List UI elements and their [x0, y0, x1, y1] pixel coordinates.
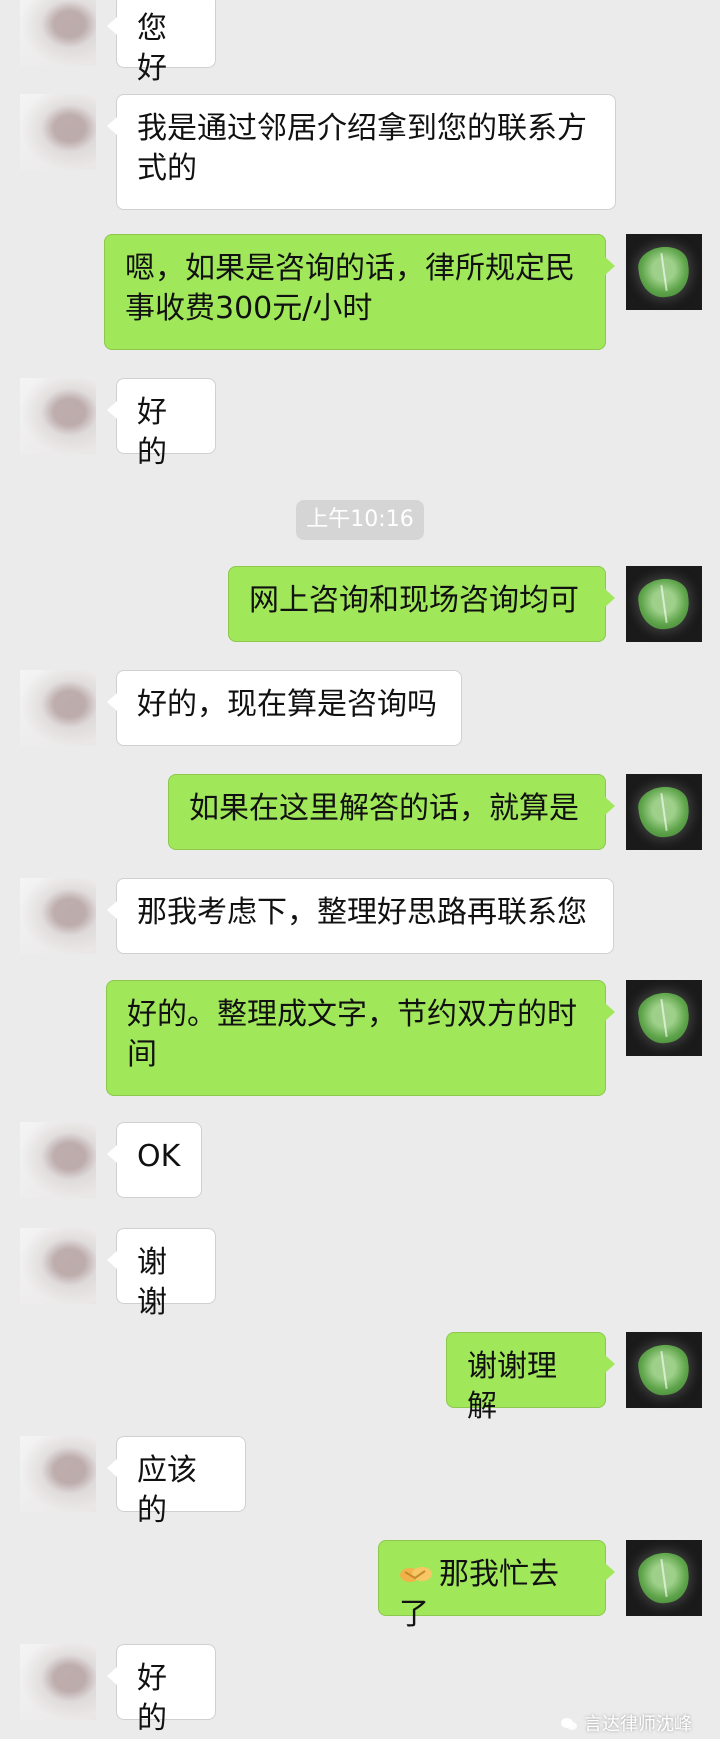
leaf-avatar-icon — [635, 783, 693, 841]
timestamp: 上午10:16 — [296, 500, 424, 540]
message-bubble-incoming[interactable]: 好的，现在算是咨询吗 — [107, 670, 462, 746]
contact-avatar[interactable] — [20, 878, 96, 954]
contact-avatar[interactable] — [20, 1122, 96, 1198]
leaf-avatar-icon — [635, 989, 693, 1047]
contact-avatar[interactable] — [20, 1436, 96, 1512]
my-avatar[interactable] — [626, 1332, 702, 1408]
wechat-icon — [561, 1718, 577, 1730]
my-avatar[interactable] — [626, 1540, 702, 1616]
message-bubble-outgoing[interactable]: 谢谢理解 — [446, 1332, 615, 1424]
watermark: 言达律师沈峰 — [560, 1710, 692, 1736]
message-bubble-incoming[interactable]: 好的 — [107, 378, 216, 470]
contact-avatar[interactable] — [20, 670, 96, 746]
message-bubble-incoming[interactable]: 应该的 — [107, 1436, 246, 1528]
my-avatar[interactable] — [626, 980, 702, 1056]
message-bubble-incoming[interactable]: 那我考虑下，整理好思路再联系您 — [107, 878, 614, 954]
message-bubble-outgoing[interactable]: 好的。整理成文字，节约双方的时间 — [106, 980, 615, 1096]
message-bubble-outgoing[interactable]: 嗯，如果是咨询的话，律所规定民事收费300元/小时 — [104, 234, 615, 350]
leaf-avatar-icon — [635, 1341, 693, 1399]
my-avatar[interactable] — [626, 234, 702, 310]
message-bubble-incoming[interactable]: 我是通过邻居介绍拿到您的联系方式的 — [107, 94, 616, 210]
contact-avatar[interactable] — [20, 378, 96, 454]
message-bubble-outgoing[interactable]: 网上咨询和现场咨询均可 — [228, 566, 615, 642]
message-bubble-incoming[interactable]: 您好 — [107, 0, 216, 86]
watermark-text: 言达律师沈峰 — [584, 1714, 692, 1735]
leaf-avatar-icon — [635, 243, 693, 301]
message-bubble-outgoing[interactable]: 那我忙去了 — [378, 1540, 615, 1632]
contact-avatar[interactable] — [20, 94, 96, 170]
contact-avatar[interactable] — [20, 0, 96, 66]
message-bubble-incoming[interactable]: 谢谢 — [107, 1228, 216, 1320]
my-avatar[interactable] — [626, 566, 702, 642]
my-avatar[interactable] — [626, 774, 702, 850]
contact-avatar[interactable] — [20, 1644, 96, 1720]
contact-avatar[interactable] — [20, 1228, 96, 1304]
leaf-avatar-icon — [635, 1549, 693, 1607]
message-bubble-outgoing[interactable]: 如果在这里解答的话，就算是 — [168, 774, 615, 850]
leaf-avatar-icon — [635, 575, 693, 633]
message-bubble-incoming[interactable]: OK — [107, 1122, 202, 1198]
handshake-icon — [400, 1567, 432, 1582]
message-bubble-incoming[interactable]: 好的 — [107, 1644, 216, 1736]
